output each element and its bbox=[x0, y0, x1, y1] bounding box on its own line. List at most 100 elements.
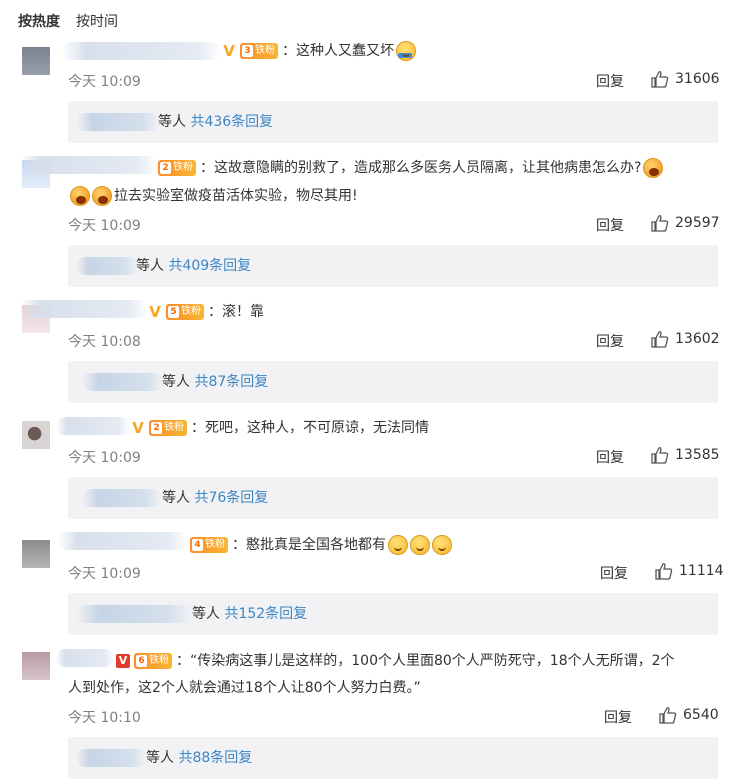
emoji-icon bbox=[643, 158, 664, 178]
sub-reply-users-blurred bbox=[76, 113, 160, 131]
sub-replies[interactable]: 等人 共409条回复 bbox=[68, 245, 718, 287]
comment-text: ：“传染病这事儿是这样的，100个人里面80个人严防死守，18个人无所谓，2个 bbox=[176, 653, 675, 669]
comment-text: ：死吧，这种人，不可原谅，无法同情 bbox=[191, 420, 429, 436]
emoji-icon bbox=[432, 535, 452, 555]
sub-reply-suffix: 等人 bbox=[136, 258, 164, 274]
like-button[interactable]: 13585 bbox=[651, 446, 720, 464]
comment-text: ：这种人又蠢又坏 bbox=[282, 43, 394, 59]
fan-badge: 2 铁粉 bbox=[149, 420, 187, 436]
sub-reply-users-blurred bbox=[82, 489, 162, 507]
sub-reply-users-blurred bbox=[76, 257, 138, 275]
thumbs-up-icon bbox=[651, 331, 669, 348]
emoji-icon bbox=[396, 41, 416, 61]
thumbs-up-icon bbox=[651, 215, 669, 232]
like-count: 31606 bbox=[675, 71, 720, 87]
fan-level: 2 bbox=[160, 162, 171, 174]
avatar[interactable] bbox=[22, 540, 50, 568]
comment-text-line2: 拉去实验室做疫苗活体实验，物尽其用! bbox=[114, 188, 358, 204]
sub-reply-count[interactable]: 共152条回复 bbox=[224, 606, 307, 622]
comment-time: 今天 10:09 bbox=[68, 566, 141, 582]
avatar[interactable] bbox=[22, 47, 50, 75]
emoji-icon bbox=[92, 186, 112, 206]
tab-sort-hot[interactable]: 按热度 bbox=[18, 11, 60, 31]
emoji-icon bbox=[388, 535, 408, 555]
sort-tabs: 按热度 按时间 bbox=[18, 11, 118, 31]
username-blurred[interactable] bbox=[20, 156, 158, 174]
comment-time: 今天 10:09 bbox=[68, 218, 141, 234]
sub-reply-count[interactable]: 共409条回复 bbox=[168, 258, 251, 274]
reply-button[interactable]: 回复 bbox=[600, 563, 628, 583]
sub-reply-count[interactable]: 共88条回复 bbox=[178, 750, 252, 766]
sub-reply-users-blurred bbox=[76, 605, 192, 623]
fan-label: 铁粉 bbox=[164, 422, 184, 433]
fan-badge: 4 铁粉 bbox=[190, 537, 228, 553]
username-blurred[interactable] bbox=[20, 300, 148, 318]
sub-reply-users-blurred bbox=[82, 373, 164, 391]
username-blurred[interactable] bbox=[62, 42, 222, 60]
fan-badge: 5 铁粉 bbox=[166, 304, 204, 320]
comment-text: ：憨批真是全国各地都有 bbox=[232, 537, 386, 553]
sub-replies[interactable]: 等人 共87条回复 bbox=[68, 361, 718, 403]
fan-badge: 3 铁粉 bbox=[240, 43, 278, 59]
like-button[interactable]: 29597 bbox=[651, 214, 720, 232]
like-button[interactable]: 13602 bbox=[651, 330, 720, 348]
thumbs-up-icon bbox=[651, 71, 669, 88]
reply-button[interactable]: 回复 bbox=[596, 447, 624, 467]
emoji-icon bbox=[70, 186, 90, 206]
like-count: 11114 bbox=[679, 563, 724, 579]
avatar[interactable] bbox=[22, 652, 50, 680]
sub-replies[interactable]: 等人 共76条回复 bbox=[68, 477, 718, 519]
thumbs-up-icon bbox=[651, 447, 669, 464]
sub-reply-suffix: 等人 bbox=[192, 606, 220, 622]
verified-v-icon: V bbox=[223, 42, 235, 60]
reply-button[interactable]: 回复 bbox=[604, 707, 632, 727]
reply-button[interactable]: 回复 bbox=[596, 71, 624, 91]
comment-time: 今天 10:09 bbox=[68, 74, 141, 90]
fan-label: 铁粉 bbox=[149, 655, 169, 666]
comment-text: ：这故意隐瞒的别救了，造成那么多医务人员隔离，让其他病患怎么办? bbox=[200, 160, 642, 176]
fan-label: 铁粉 bbox=[255, 45, 275, 56]
sub-replies[interactable]: 等人 共88条回复 bbox=[68, 737, 718, 779]
fan-level: 6 bbox=[136, 655, 147, 667]
reply-button[interactable]: 回复 bbox=[596, 331, 624, 351]
fan-level: 2 bbox=[151, 422, 162, 434]
avatar[interactable] bbox=[22, 421, 50, 449]
like-count: 29597 bbox=[675, 215, 720, 231]
username-blurred[interactable] bbox=[58, 532, 188, 550]
fan-label: 铁粉 bbox=[205, 539, 225, 550]
like-button[interactable]: 31606 bbox=[651, 70, 720, 88]
comment-time: 今天 10:10 bbox=[68, 710, 141, 726]
sub-reply-count[interactable]: 共87条回复 bbox=[194, 374, 268, 390]
comment-text: ：滚！靠 bbox=[208, 304, 264, 320]
fan-badge: 2 铁粉 bbox=[158, 160, 196, 176]
verified-v-icon: V bbox=[149, 303, 161, 321]
thumbs-up-icon bbox=[655, 563, 673, 580]
fan-label: 铁粉 bbox=[181, 306, 201, 317]
sub-reply-suffix: 等人 bbox=[158, 114, 186, 130]
username-blurred[interactable] bbox=[56, 417, 130, 435]
emoji-icon bbox=[410, 535, 430, 555]
verified-v-icon: V bbox=[132, 419, 144, 437]
sub-reply-users-blurred bbox=[76, 749, 146, 767]
comment-text-line2: 人到处作，这2个人就会通过18个人让80个人努力白费。” bbox=[68, 680, 421, 696]
reply-button[interactable]: 回复 bbox=[596, 215, 624, 235]
fan-label: 铁粉 bbox=[173, 162, 193, 173]
sub-reply-suffix: 等人 bbox=[162, 490, 190, 506]
sub-replies[interactable]: 等人 共152条回复 bbox=[68, 593, 718, 635]
sub-replies[interactable]: 等人 共436条回复 bbox=[68, 101, 718, 143]
comment-time: 今天 10:08 bbox=[68, 334, 141, 350]
sub-reply-count[interactable]: 共76条回复 bbox=[194, 490, 268, 506]
like-button[interactable]: 11114 bbox=[655, 562, 724, 580]
tab-sort-time[interactable]: 按时间 bbox=[76, 11, 118, 31]
sub-reply-count[interactable]: 共436条回复 bbox=[190, 114, 273, 130]
like-button[interactable]: 6540 bbox=[659, 706, 719, 724]
fan-badge: 6 铁粉 bbox=[134, 653, 172, 669]
like-count: 13585 bbox=[675, 447, 720, 463]
like-count: 6540 bbox=[683, 707, 719, 723]
fan-level: 3 bbox=[242, 45, 253, 57]
like-count: 13602 bbox=[675, 331, 720, 347]
fan-level: 5 bbox=[168, 306, 179, 318]
verified-v-icon: V bbox=[116, 654, 130, 668]
sub-reply-suffix: 等人 bbox=[162, 374, 190, 390]
username-blurred[interactable] bbox=[56, 649, 114, 667]
